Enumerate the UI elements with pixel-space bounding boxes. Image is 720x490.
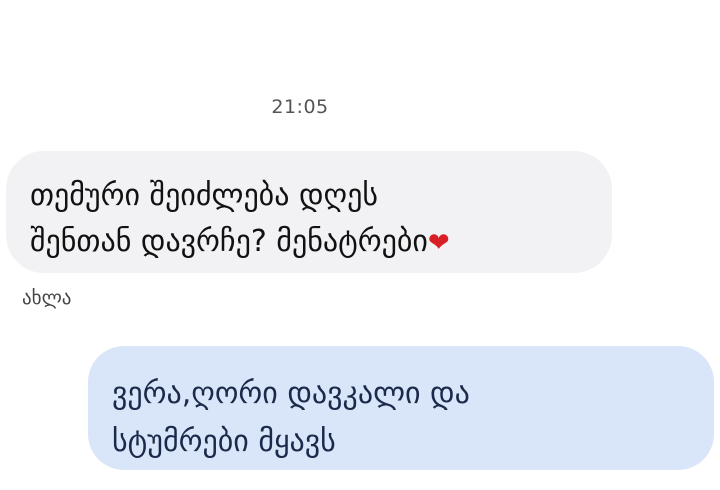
outgoing-message-line-1: ვერა,ღორი დავკალი და xyxy=(112,376,470,411)
message-status-label: ახლა xyxy=(22,287,72,309)
message-timestamp: 21:05 xyxy=(271,96,329,118)
incoming-message-line-2: შენთან დავრჩე? მენატრები❤ xyxy=(30,219,588,266)
outgoing-message-line-2: სტუმრები მყავს xyxy=(112,424,336,459)
heart-emoji-icon: ❤ xyxy=(427,228,450,258)
chat-thread: 21:05 თემური შეიძლება დღეს შენთან დავრჩე… xyxy=(0,0,720,490)
outgoing-message-bubble[interactable]: ვერა,ღორი დავკალი და სტუმრები მყავს xyxy=(88,346,714,470)
incoming-message-bubble[interactable]: თემური შეიძლება დღეს შენთან დავრჩე? მენა… xyxy=(6,151,612,273)
incoming-message-line-1: თემური შეიძლება დღეს xyxy=(30,178,379,213)
incoming-message-line-2-text: შენთან დავრჩე? მენატრები xyxy=(30,224,428,259)
